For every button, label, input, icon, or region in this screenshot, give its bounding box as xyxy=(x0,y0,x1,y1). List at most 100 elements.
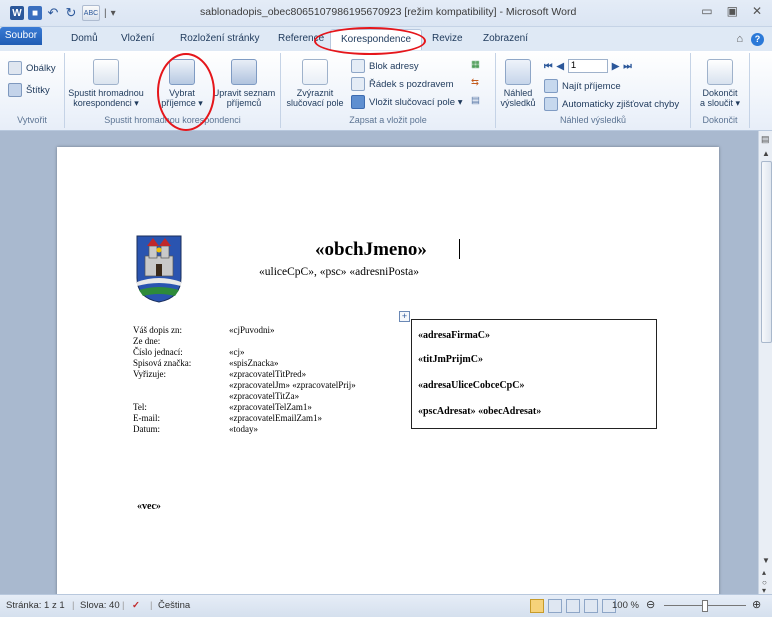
tab-file[interactable]: Soubor xyxy=(0,27,42,45)
scroll-up-icon[interactable]: ▲ xyxy=(762,149,770,158)
recipient-address-box: «adresaFirmaC» «titJmPrijmC» «adresaUlic… xyxy=(411,319,657,429)
tab-references[interactable]: Reference xyxy=(278,33,324,44)
select-recipients-button[interactable]: Vybrat příjemce ▾ xyxy=(157,59,207,108)
scroll-down-icon[interactable]: ▼ xyxy=(762,556,770,565)
field-label: Číslo jednací: xyxy=(133,347,183,357)
envelopes-button[interactable]: Obálky xyxy=(8,61,56,75)
insert-merge-field-button[interactable]: Vložit slučovací pole ▾ xyxy=(351,95,462,109)
word-count[interactable]: Slova: 40 xyxy=(80,600,120,611)
previous-record-icon[interactable]: ◀ xyxy=(557,61,564,72)
preview-icon xyxy=(505,59,531,85)
company-address-field: «uliceCpC», «psc» «adresniPosta» xyxy=(259,266,420,278)
tab-review[interactable]: Revize xyxy=(432,33,463,44)
find-recipient-button[interactable]: Najít příjemce xyxy=(544,79,621,93)
group-finish: Dokončit a sloučit ▾ Dokončit xyxy=(691,53,750,128)
minimize-icon[interactable]: ▭ xyxy=(701,4,712,18)
edit-list-label-1: Upravit seznam xyxy=(212,88,276,98)
greeting-line-label: Řádek s pozdravem xyxy=(369,78,454,90)
tab-home[interactable]: Domů xyxy=(71,33,98,44)
field-label: Spisová značka: xyxy=(133,358,192,368)
web-layout-icon[interactable] xyxy=(566,599,580,613)
recipients-icon xyxy=(169,59,195,85)
full-screen-reading-icon[interactable] xyxy=(548,599,562,613)
labels-button[interactable]: Štítky xyxy=(8,83,50,97)
check-errors-icon xyxy=(544,97,558,111)
labels-label: Štítky xyxy=(26,84,50,96)
undo-icon[interactable]: ↶ xyxy=(46,5,60,20)
ribbon: Obálky Štítky Vytvořit Spustit hromadnou… xyxy=(0,51,772,131)
language[interactable]: Čeština xyxy=(158,600,190,611)
finish-label-1: Dokončit xyxy=(702,88,738,98)
view-buttons xyxy=(530,599,616,613)
tab-page-layout[interactable]: Rozložení stránky xyxy=(180,33,259,44)
zoom-level[interactable]: 100 % xyxy=(612,600,639,611)
print-layout-icon[interactable] xyxy=(530,599,544,613)
zoom-slider-thumb[interactable] xyxy=(702,600,708,612)
proofing-icon[interactable]: ✓ xyxy=(132,600,140,611)
minimize-ribbon-icon[interactable]: ⌂ xyxy=(736,33,743,46)
tab-mailings[interactable]: Korespondence xyxy=(330,29,423,50)
customize-qat-icon[interactable]: ▾ xyxy=(111,8,116,19)
next-record-icon[interactable]: ▶ xyxy=(612,61,619,72)
preview-label-2: výsledků xyxy=(500,98,536,108)
finish-merge-button[interactable]: Dokončit a sloučit ▾ xyxy=(693,59,747,108)
page-count[interactable]: Stránka: 1 z 1 xyxy=(6,600,65,611)
field-value: «zpracovatelTitPred» xyxy=(229,369,307,379)
last-record-icon[interactable]: ⏭ xyxy=(623,61,632,72)
field-value: «today» xyxy=(229,424,258,434)
insert-field-label: Vložit slučovací pole ▾ xyxy=(369,96,463,108)
preview-results-button[interactable]: Náhled výsledků xyxy=(498,59,538,108)
redo-icon[interactable]: ↻ xyxy=(64,5,78,20)
highlight-fields-icon xyxy=(302,59,328,85)
first-record-icon[interactable]: ⏮ xyxy=(544,61,553,72)
help-icon[interactable]: ? xyxy=(751,33,764,46)
start-mail-merge-button[interactable]: Spustit hromadnou korespondenci ▾ xyxy=(67,59,145,108)
address-block-button[interactable]: Blok adresy xyxy=(351,59,419,73)
zoom-out-icon[interactable]: ⊖ xyxy=(646,598,655,611)
highlight-merge-fields-button[interactable]: Zvýraznit slučovací pole xyxy=(283,59,347,108)
previous-page-icon[interactable]: ▴ xyxy=(762,568,766,577)
address-block-icon xyxy=(351,59,365,73)
greeting-line-button[interactable]: Řádek s pozdravem xyxy=(351,77,453,91)
start-merge-label-2: korespondenci ▾ xyxy=(73,98,139,108)
record-number-input[interactable]: 1 xyxy=(567,59,608,73)
preview-label-1: Náhled xyxy=(503,88,533,98)
spelling-icon[interactable]: ABC xyxy=(82,5,100,21)
vertical-scrollbar[interactable]: ▤ ▲ ▼ ▴ ○ ▾ xyxy=(758,131,772,595)
find-recipient-label: Najít příjemce xyxy=(562,80,621,92)
zoom-in-icon[interactable]: ⊕ xyxy=(752,598,761,611)
close-icon[interactable]: ✕ xyxy=(752,4,762,18)
tab-insert[interactable]: Vložení xyxy=(121,33,154,44)
subject-field: «vec» xyxy=(137,501,161,512)
insert-field-icon xyxy=(351,95,365,109)
document-page[interactable]: «obchJmeno» «uliceCpC», «psc» «adresniPo… xyxy=(57,147,719,607)
scroll-thumb[interactable] xyxy=(761,161,772,343)
window-controls: ▭ ▣ ✕ xyxy=(701,4,762,18)
select-recipients-label-2: příjemce ▾ xyxy=(161,98,203,108)
greeting-line-icon xyxy=(351,77,365,91)
status-bar: Stránka: 1 z 1 | Slova: 40 | ✓ | Čeština… xyxy=(0,594,772,617)
save-icon[interactable]: ■ xyxy=(28,6,42,20)
select-recipients-label-1: Vybrat xyxy=(169,88,195,98)
edit-recipient-list-button[interactable]: Upravit seznam příjemců xyxy=(209,59,279,108)
match-fields-icon[interactable]: ⇆ xyxy=(471,77,479,88)
outline-icon[interactable] xyxy=(584,599,598,613)
ribbon-tabs: Soubor Domů Vložení Rozložení stránky Re… xyxy=(0,27,772,51)
labels-icon xyxy=(8,83,22,97)
envelopes-label: Obálky xyxy=(26,62,56,74)
field-value: «zpracovatelTitZa» xyxy=(229,391,300,401)
group-finish-label: Dokončit xyxy=(702,115,738,125)
ruler-toggle-icon[interactable]: ▤ xyxy=(761,134,770,145)
word-icon[interactable]: W xyxy=(10,6,24,20)
maximize-icon[interactable]: ▣ xyxy=(727,4,738,18)
rules-icon[interactable]: ▦ xyxy=(471,59,480,70)
table-move-handle[interactable]: + xyxy=(399,311,410,322)
title-bar: W ■ ↶ ↻ ABC | ▾ sablonadopis_obec8065107… xyxy=(0,0,772,27)
address-line: «titJmPrijmC» xyxy=(418,354,483,365)
auto-check-errors-button[interactable]: Automaticky zjišťovat chyby xyxy=(544,97,679,111)
tab-view[interactable]: Zobrazení xyxy=(483,33,528,44)
address-line: «adresaFirmaC» xyxy=(418,330,491,341)
group-create-label: Vytvořit xyxy=(17,115,47,125)
update-labels-icon[interactable]: ▤ xyxy=(471,95,480,106)
group-start-mail-merge: Spustit hromadnou korespondenci ▾ Vybrat… xyxy=(65,53,281,128)
